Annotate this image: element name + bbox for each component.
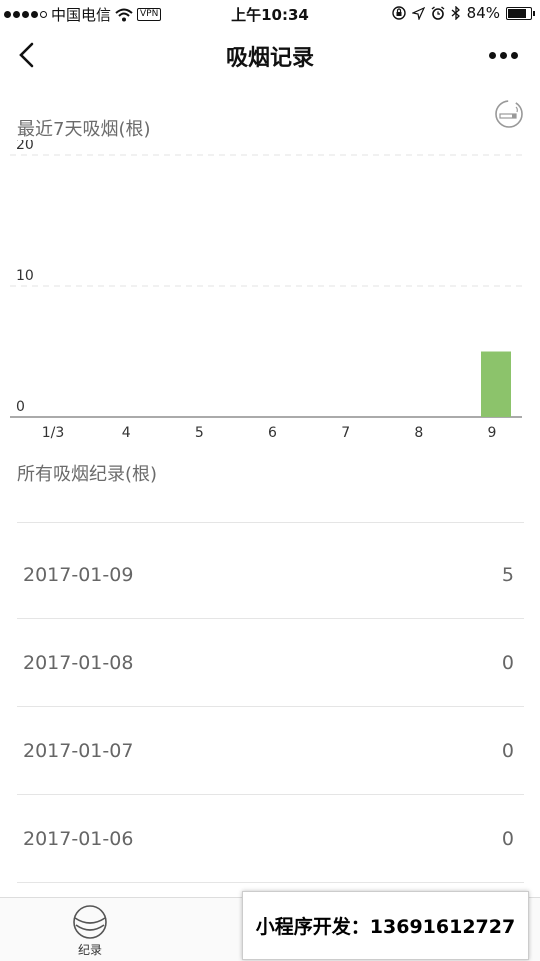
chart-bar — [481, 351, 511, 417]
record-date: 2017-01-08 — [23, 652, 134, 674]
record-count: 0 — [501, 652, 514, 674]
record-row[interactable]: 2017-01-07 0 — [17, 706, 524, 794]
battery-icon — [506, 6, 535, 20]
cigarette-icon[interactable] — [494, 99, 524, 129]
chart-title: 最近7天吸烟(根) — [17, 119, 151, 140]
tab-record[interactable]: 纪录 — [60, 900, 120, 960]
tab-record-label: 纪录 — [77, 943, 102, 957]
weekly-smoking-bar-chart: 0 10 20 1/3 4 5 6 7 8 9 — [10, 140, 522, 441]
record-date: 2017-01-09 — [23, 564, 134, 586]
record-list: 2017-01-09 5 2017-01-08 0 2017-01-07 0 2… — [17, 522, 524, 913]
record-count: 0 — [501, 828, 514, 850]
x-tick-label: 4 — [122, 425, 131, 441]
record-row[interactable]: 2017-01-06 0 — [17, 794, 524, 882]
navigation-bar: 吸烟记录 — [0, 28, 540, 84]
status-bar: 中国电信 VPN 上午10:34 84% — [0, 0, 540, 28]
record-row[interactable]: 2017-01-08 0 — [17, 618, 524, 706]
x-tick-label: 9 — [488, 425, 497, 441]
location-icon — [411, 6, 425, 20]
y-tick-label: 10 — [16, 268, 34, 284]
record-count: 0 — [501, 740, 514, 762]
x-tick-label: 7 — [341, 425, 350, 441]
battery-level — [508, 8, 527, 18]
page-title: 吸烟记录 — [225, 46, 314, 71]
x-tick-label: 8 — [414, 425, 423, 441]
record-count: 5 — [501, 564, 514, 586]
alarm-icon — [431, 6, 445, 20]
bluetooth-icon — [451, 6, 460, 20]
record-date: 2017-01-07 — [23, 740, 134, 762]
record-icon — [73, 905, 107, 939]
x-tick-label: 1/3 — [42, 425, 65, 441]
x-tick-label: 6 — [268, 425, 277, 441]
x-tick-label: 5 — [195, 425, 204, 441]
orientation-lock-icon — [391, 6, 406, 20]
status-right: 84% — [391, 4, 535, 22]
battery-percent: 84% — [466, 4, 500, 22]
records-section-title: 所有吸烟纪录(根) — [17, 464, 158, 485]
developer-contact-watermark: 小程序开发：13691612727 — [242, 891, 529, 960]
record-row[interactable]: 2017-01-09 5 — [17, 522, 524, 618]
record-date: 2017-01-06 — [23, 828, 134, 850]
more-options-icon[interactable] — [489, 52, 518, 59]
y-tick-label: 20 — [16, 140, 34, 153]
y-tick-label: 0 — [16, 399, 25, 415]
